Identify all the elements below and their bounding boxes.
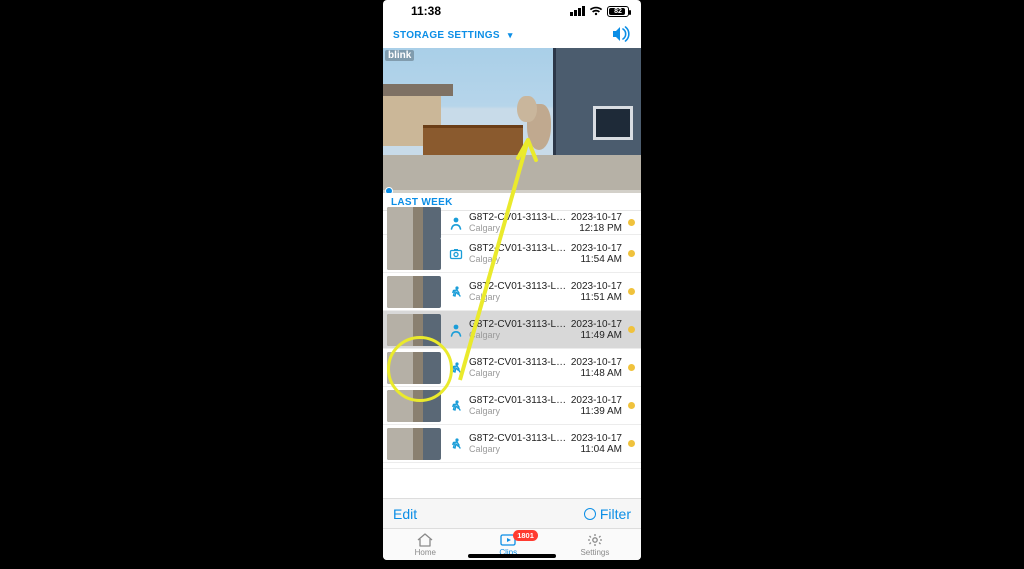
snapshot-icon <box>447 247 465 261</box>
clip-location: Calgary <box>469 444 571 454</box>
unread-dot <box>628 326 635 333</box>
status-right: 82 <box>570 6 629 17</box>
motion-icon <box>447 437 465 451</box>
clip-thumbnail <box>387 314 441 346</box>
gear-icon <box>586 533 604 547</box>
clip-thumbnail <box>387 238 441 270</box>
clip-timestamp: 2023-10-1711:39 AM <box>571 395 626 417</box>
clips-badge: 1801 <box>513 530 538 541</box>
clip-name: G8T2-CV01-3113-L3CH <box>469 395 571 406</box>
tab-home[interactable]: Home <box>415 533 436 557</box>
tab-settings[interactable]: Settings <box>580 533 609 557</box>
seek-bar[interactable] <box>383 190 641 193</box>
clip-name: G8T2-CV01-3113-L3CH <box>469 357 571 368</box>
clip-location: Calgary <box>469 223 571 233</box>
clip-meta: G8T2-CV01-3113-L3CHCalgary <box>465 319 571 340</box>
unread-dot <box>628 440 635 447</box>
clip-thumbnail <box>387 428 441 460</box>
clip-location: Calgary <box>469 406 571 416</box>
clip-meta: G8T2-CV01-3113-L3CHCalgary <box>465 212 571 233</box>
clip-location: Calgary <box>469 292 571 302</box>
clip-meta: G8T2-CV01-3113-L3CHCalgary <box>465 433 571 454</box>
clip-thumbnail <box>387 352 441 384</box>
unread-dot <box>628 364 635 371</box>
clips-list[interactable]: G8T2-CV01-3113-L3CHCalgary2023-10-1712:1… <box>383 211 641 469</box>
clip-row[interactable]: G8T2-CV01-3113-L3CHCalgary2023-10-1711:5… <box>383 235 641 273</box>
clip-timestamp: 2023-10-1712:18 PM <box>571 212 626 234</box>
clip-timestamp: 2023-10-1711:51 AM <box>571 281 626 303</box>
cellular-icon <box>570 6 585 16</box>
clip-row[interactable]: G8T2-CV01-3113-L3CHCalgary2023-10-1711:3… <box>383 387 641 425</box>
person-icon <box>447 323 465 337</box>
clip-timestamp: 2023-10-1711:48 AM <box>571 357 626 379</box>
home-indicator <box>468 554 556 558</box>
clip-location: Calgary <box>469 254 571 264</box>
unread-dot <box>628 250 635 257</box>
battery-icon: 82 <box>607 6 629 17</box>
clip-meta: G8T2-CV01-3113-L3CHCalgary <box>465 281 571 302</box>
clip-row[interactable]: G8T2-CV01-3113-L3CHCalgary2023-10-1711:5… <box>383 273 641 311</box>
clip-row[interactable]: G8T2-CV01-3113-L3CHCalgary2023-10-1711:4… <box>383 349 641 387</box>
clip-name: G8T2-CV01-3113-L3CH <box>469 243 571 254</box>
clip-name: G8T2-CV01-3113-L3CH <box>469 319 571 330</box>
clip-row-partial <box>383 463 641 469</box>
clip-timestamp: 2023-10-1711:04 AM <box>571 433 626 455</box>
seek-knob[interactable] <box>385 187 393 193</box>
unread-dot <box>628 219 635 226</box>
storage-settings-label: STORAGE SETTINGS <box>393 30 500 41</box>
sound-icon[interactable] <box>611 26 631 45</box>
unread-dot <box>628 288 635 295</box>
clip-name: G8T2-CV01-3113-L3CH <box>469 281 571 292</box>
clip-meta: G8T2-CV01-3113-L3CHCalgary <box>465 395 571 416</box>
storage-settings-link[interactable]: STORAGE SETTINGS ▾ <box>393 30 513 41</box>
video-preview[interactable]: blink <box>383 48 641 193</box>
motion-icon <box>447 399 465 413</box>
filter-icon <box>584 508 596 520</box>
clip-meta: G8T2-CV01-3113-L3CHCalgary <box>465 243 571 264</box>
motion-icon <box>447 361 465 375</box>
list-toolbar: Edit Filter <box>383 498 641 528</box>
clip-timestamp: 2023-10-1711:54 AM <box>571 243 626 265</box>
tab-clips[interactable]: 1801 Clips <box>499 533 517 557</box>
chevron-down-icon: ▾ <box>508 30 513 41</box>
clip-timestamp: 2023-10-1711:49 AM <box>571 319 626 341</box>
clip-location: Calgary <box>469 368 571 378</box>
status-time: 11:38 <box>411 4 441 18</box>
clip-row[interactable]: G8T2-CV01-3113-L3CHCalgary2023-10-1712:1… <box>383 211 641 235</box>
header-row: STORAGE SETTINGS ▾ <box>383 22 641 48</box>
brand-watermark: blink <box>385 50 414 61</box>
clip-row[interactable]: G8T2-CV01-3113-L3CHCalgary2023-10-1711:4… <box>383 311 641 349</box>
clip-name: G8T2-CV01-3113-L3CH <box>469 212 571 223</box>
clip-location: Calgary <box>469 330 571 340</box>
status-bar: 11:38 82 <box>383 0 641 22</box>
filter-button[interactable]: Filter <box>584 506 631 522</box>
clip-meta: G8T2-CV01-3113-L3CHCalgary <box>465 357 571 378</box>
tab-home-label: Home <box>415 548 436 557</box>
home-icon <box>416 533 434 547</box>
tab-settings-label: Settings <box>580 548 609 557</box>
clip-row[interactable]: G8T2-CV01-3113-L3CHCalgary2023-10-1711:0… <box>383 425 641 463</box>
clip-thumbnail <box>387 276 441 308</box>
motion-icon <box>447 285 465 299</box>
person-icon <box>447 216 465 230</box>
clip-thumbnail <box>387 207 441 239</box>
filter-label: Filter <box>600 506 631 522</box>
phone-frame: 11:38 82 STORAGE SETTINGS ▾ blink <box>383 0 641 560</box>
edit-button[interactable]: Edit <box>393 506 417 522</box>
clip-name: G8T2-CV01-3113-L3CH <box>469 433 571 444</box>
clip-thumbnail <box>387 390 441 422</box>
unread-dot <box>628 402 635 409</box>
wifi-icon <box>589 6 603 16</box>
